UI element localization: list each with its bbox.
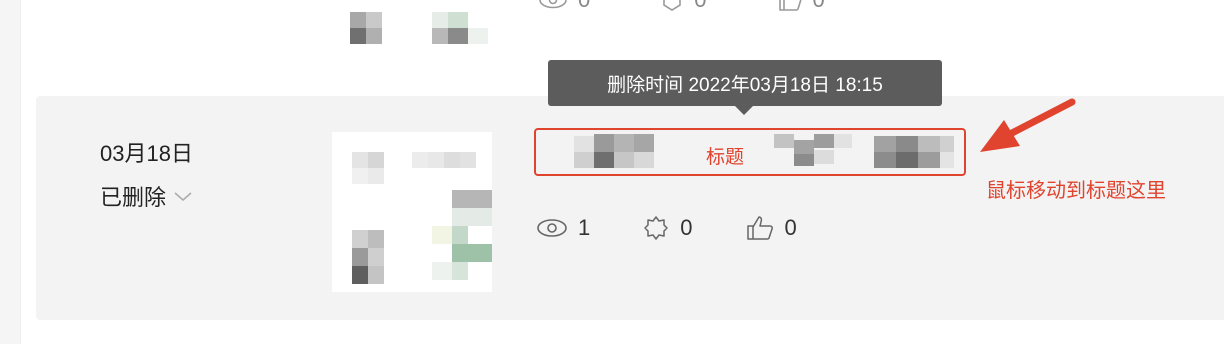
thumbs-up-icon (778, 0, 802, 11)
views-stat: 0 (538, 0, 590, 12)
shares-count: 0 (680, 215, 693, 240)
article-stats: 1 0 0 (536, 214, 849, 242)
chevron-down-icon (174, 192, 192, 201)
shares-count: 0 (694, 0, 706, 13)
views-count: 1 (578, 215, 591, 240)
delete-time-tooltip: 删除时间 2022年03月18日 18:15 (548, 60, 942, 106)
likes-count: 0 (813, 0, 825, 13)
views-stat: 1 (536, 215, 590, 241)
shares-stat: 0 (660, 0, 707, 13)
annotation-text: 鼠标移动到标题这里 (986, 180, 1166, 202)
article-title-link[interactable]: 标题 (534, 128, 966, 176)
eye-icon (537, 219, 567, 237)
eye-icon (539, 0, 567, 9)
likes-count: 0 (784, 215, 797, 240)
status-label: 已删除 (100, 185, 167, 210)
article-thumbnail-top[interactable] (350, 0, 500, 54)
likes-stat: 0 (745, 214, 797, 242)
share-icon (644, 216, 668, 240)
shares-stat: 0 (642, 214, 693, 242)
top-row-stats: 0 0 0 (538, 0, 825, 12)
article-thumbnail[interactable] (332, 132, 492, 292)
tooltip-arrow (735, 106, 753, 115)
thumbs-up-icon (746, 216, 773, 240)
left-panel-edge (0, 0, 21, 344)
views-count: 0 (578, 0, 590, 13)
likes-stat: 0 (777, 0, 825, 12)
status-dropdown[interactable]: 已删除 (100, 180, 192, 212)
article-date: 03月18日 (100, 141, 193, 166)
article-title-text[interactable]: 标题 (706, 142, 744, 169)
share-icon (663, 0, 682, 11)
annotation-arrow-icon (980, 98, 1076, 152)
